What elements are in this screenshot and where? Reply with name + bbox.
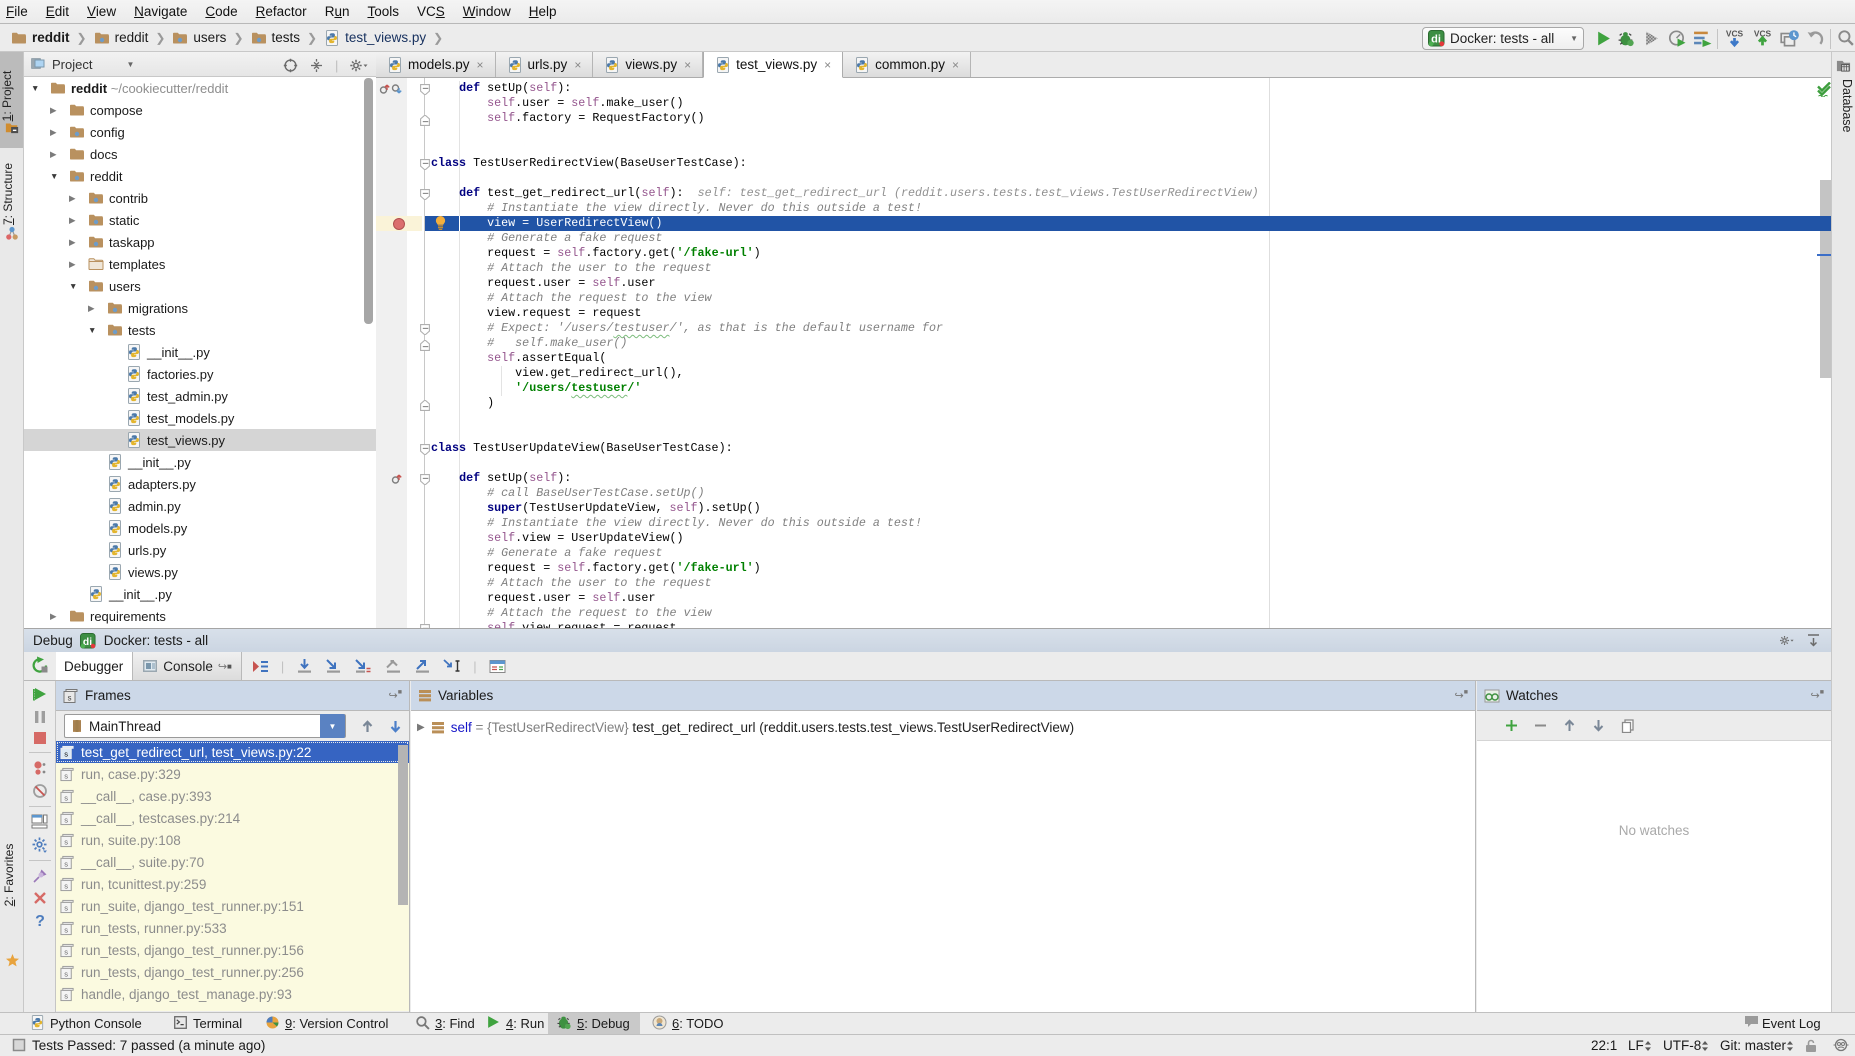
- svg-text:s: s: [64, 817, 69, 825]
- svg-text:s: s: [64, 949, 69, 957]
- svg-text:s: s: [64, 927, 69, 935]
- svg-text:s: s: [67, 694, 72, 703]
- svg-text:s: s: [64, 905, 69, 913]
- svg-text:s: s: [64, 773, 69, 781]
- svg-text:s: s: [64, 861, 69, 869]
- svg-text:s: s: [64, 795, 69, 803]
- svg-text:?: ?: [35, 913, 45, 929]
- svg-text:s: s: [64, 971, 69, 979]
- svg-text:s: s: [64, 883, 69, 891]
- svg-text:s: s: [64, 839, 69, 847]
- svg-text:s: s: [64, 993, 69, 1001]
- svg-text:VCS: VCS: [1726, 28, 1744, 38]
- svg-text:s: s: [64, 751, 69, 759]
